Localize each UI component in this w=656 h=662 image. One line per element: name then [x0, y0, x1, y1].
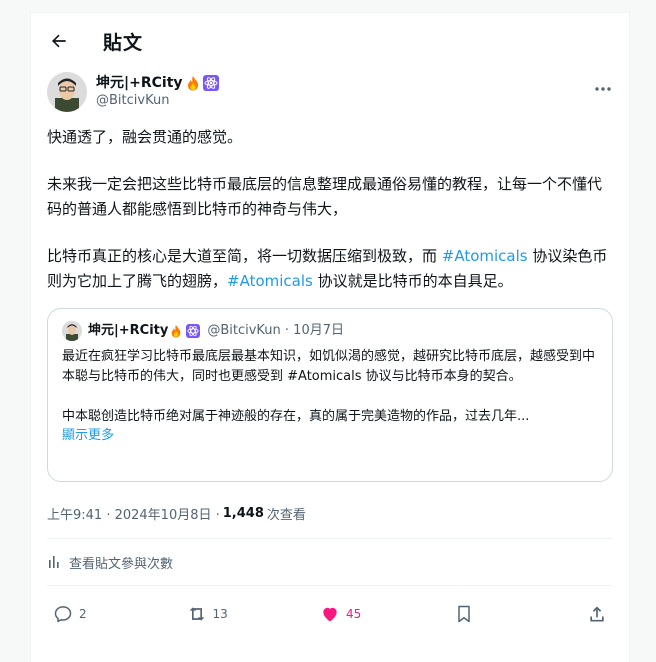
- page-header: 貼文: [31, 13, 629, 69]
- more-icon: [595, 87, 611, 91]
- author-handle[interactable]: @BitcivKun: [96, 92, 219, 110]
- tweet-timestamp: 上午9:41 · 2024年10月8日 · 1,448 次查看: [31, 482, 629, 530]
- more-options-button[interactable]: [593, 79, 613, 99]
- quote-text: 最近在疯狂学习比特币最底层最基本知识，如饥似渴的感觉，越研究比特币底层，越感受到…: [62, 347, 598, 427]
- author-name-row[interactable]: 坤元|+RCity: [96, 74, 219, 92]
- like-button[interactable]: 45: [320, 604, 380, 624]
- view-engagements-button[interactable]: 查看貼文參與次數: [31, 539, 629, 585]
- hashtag-link[interactable]: #Atomicals: [442, 247, 528, 265]
- repost-icon: [189, 607, 204, 621]
- tweet-paragraph-1: 快通透了，融会贯通的感觉。: [47, 128, 243, 146]
- hashtag-link[interactable]: #Atomicals: [227, 272, 313, 290]
- fire-icon: [187, 76, 198, 91]
- share-icon: [590, 606, 604, 622]
- tweet-author: 坤元|+RCity @BitcivKun: [31, 69, 629, 115]
- react-badge-icon: [202, 75, 219, 91]
- author-name: 坤元|+RCity: [96, 75, 183, 91]
- repost-count: 13: [212, 607, 228, 621]
- avatar-image: [47, 72, 87, 112]
- bookmark-button[interactable]: [454, 604, 514, 624]
- back-arrow-icon: [52, 34, 66, 48]
- bar-chart-icon: [49, 556, 59, 568]
- like-count: 45: [346, 607, 362, 621]
- avatar[interactable]: [47, 72, 87, 112]
- quoted-tweet[interactable]: 坤元|+RCity @BitcivKun · 10月7日 最近在疯狂学习比特币最…: [47, 308, 613, 482]
- tweet-paragraph-2: 未来我一定会把这些比特币最底层的信息整理成最通俗易懂的教程，让每一个不懂代码的普…: [47, 175, 603, 218]
- quote-header: 坤元|+RCity @BitcivKun · 10月7日: [62, 321, 598, 341]
- quote-paragraph-1: 最近在疯狂学习比特币最底层最基本知识，如饥似渴的感觉，越研究比特币底层，越感受到…: [62, 349, 596, 384]
- tweet-text: 快通透了，融会贯通的感觉。 未来我一定会把这些比特币最底层的信息整理成最通俗易懂…: [31, 115, 629, 294]
- timestamp-text[interactable]: 上午9:41 · 2024年10月8日 ·: [47, 504, 220, 523]
- show-more-link[interactable]: 顯示更多: [62, 427, 598, 445]
- fire-icon: [172, 325, 181, 338]
- back-button[interactable]: [47, 29, 71, 53]
- tweet-text-segment: 协议就是比特币的本自具足。: [312, 272, 513, 290]
- bookmark-icon: [457, 605, 470, 623]
- quote-paragraph-2: 中本聪创造比特币绝对属于神迹般的存在，真的属于完美造物的作品，过去几年...: [62, 409, 530, 424]
- tweet-paragraph-3: 比特币真正的核心是大道至简，将一切数据压缩到极致，而 #Atomicals 协议…: [47, 244, 613, 294]
- reply-icon: [54, 606, 72, 623]
- author-names: 坤元|+RCity @BitcivKun: [96, 74, 219, 110]
- share-button[interactable]: [587, 604, 607, 624]
- heart-icon: [323, 607, 337, 622]
- tweet-column: 貼文 坤元|+RCity @BitcivKun 快通透了，融会贯通的感觉。 未来…: [30, 12, 630, 662]
- react-badge-icon: [186, 324, 201, 338]
- quote-author-name: 坤元|+RCity: [88, 322, 201, 340]
- page-title: 貼文: [103, 31, 144, 54]
- tweet-text-segment: 比特币真正的核心是大道至简，将一切数据压缩到极致，而: [47, 247, 442, 265]
- analytics-label: 查看貼文參與次數: [69, 556, 174, 572]
- view-count: 1,448: [222, 505, 264, 521]
- view-label: 次查看: [266, 507, 306, 523]
- quote-author-name-text: 坤元|+RCity: [88, 323, 169, 338]
- tweet-actions: 2 13 45: [31, 586, 629, 642]
- quote-avatar: [62, 321, 82, 341]
- reply-count: 2: [79, 607, 87, 621]
- reply-button[interactable]: 2: [53, 604, 113, 624]
- quote-meta: @BitcivKun · 10月7日: [207, 323, 344, 338]
- repost-button[interactable]: 13: [187, 604, 247, 624]
